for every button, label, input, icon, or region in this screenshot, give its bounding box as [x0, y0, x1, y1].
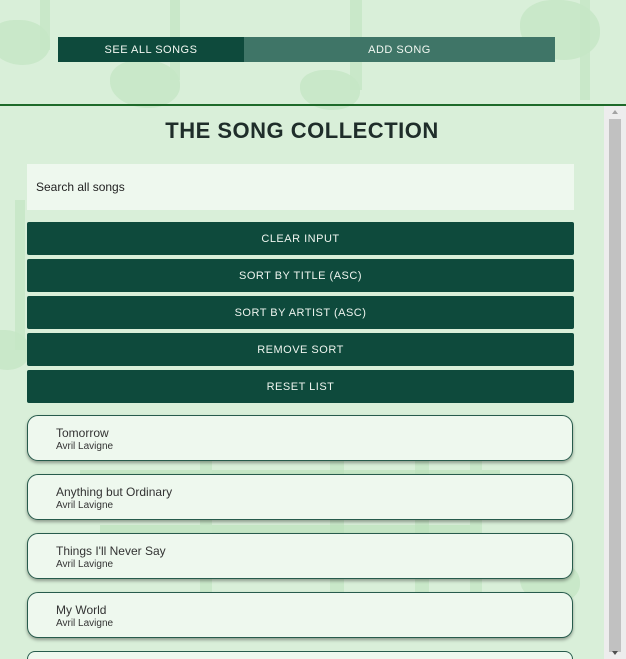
- scrollbar-thumb[interactable]: [609, 119, 621, 652]
- song-card[interactable]: Anything but Ordinary Avril Lavigne: [27, 474, 573, 520]
- song-title: Tomorrow: [56, 426, 109, 440]
- song-card[interactable]: Tomorrow Avril Lavigne: [27, 415, 573, 461]
- remove-sort-button[interactable]: REMOVE SORT: [27, 333, 574, 366]
- see-all-songs-tab[interactable]: SEE ALL SONGS: [58, 37, 244, 62]
- song-title: Things I'll Never Say: [56, 544, 166, 558]
- song-artist: Avril Lavigne: [56, 559, 114, 570]
- sort-by-title-button[interactable]: SORT BY TITLE (ASC): [27, 259, 574, 292]
- scroll-down-arrow-icon[interactable]: [612, 651, 618, 655]
- scroll-up-arrow-icon[interactable]: [612, 110, 618, 114]
- page-title: THE SONG COLLECTION: [165, 118, 439, 143]
- song-card[interactable]: Things I'll Never Say Avril Lavigne: [27, 533, 573, 579]
- song-title: My World: [56, 603, 107, 617]
- song-title: Anything but Ordinary: [56, 485, 173, 499]
- scrollbar[interactable]: [604, 106, 626, 659]
- clear-input-button[interactable]: CLEAR INPUT: [27, 222, 574, 255]
- header-divider: [0, 104, 626, 106]
- add-song-tab[interactable]: ADD SONG: [244, 37, 555, 62]
- reset-list-button[interactable]: RESET LIST: [27, 370, 574, 403]
- song-artist: Avril Lavigne: [56, 500, 114, 511]
- song-card[interactable]: [27, 651, 573, 659]
- search-input[interactable]: [27, 164, 574, 210]
- top-nav: SEE ALL SONGS ADD SONG: [58, 37, 555, 62]
- song-card[interactable]: My World Avril Lavigne: [27, 592, 573, 638]
- song-artist: Avril Lavigne: [56, 441, 114, 452]
- sort-by-artist-button[interactable]: SORT BY ARTIST (ASC): [27, 296, 574, 329]
- song-artist: Avril Lavigne: [56, 618, 114, 629]
